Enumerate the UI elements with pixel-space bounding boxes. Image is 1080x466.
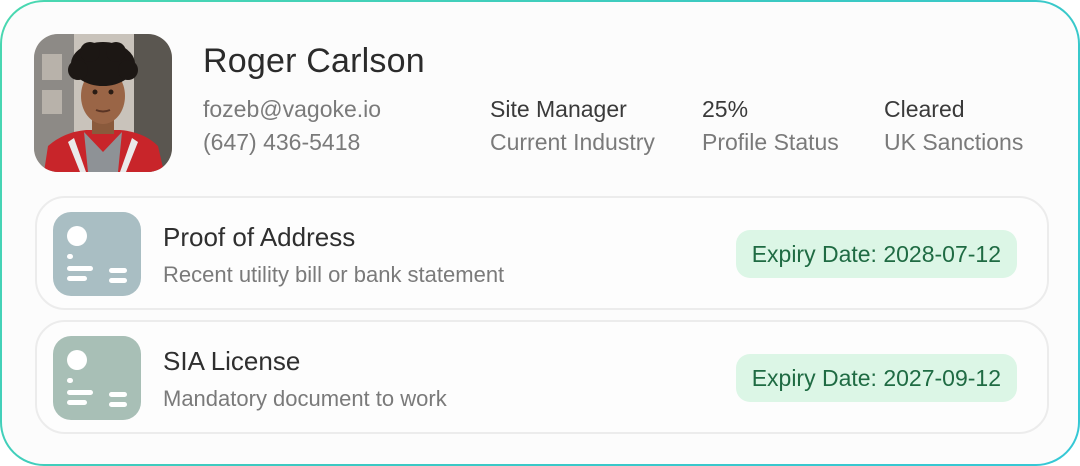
avatar-photo (34, 34, 172, 172)
industry-label: Current Industry (490, 129, 655, 155)
document-title: Proof of Address (163, 222, 356, 252)
profile-status-label: Profile Status (702, 129, 839, 155)
expiry-badge: Expiry Date: 2028-07-12 (735, 230, 1017, 278)
contact-info: fozeb@vagoke.io (647) 436-5418 (203, 93, 381, 159)
industry-value: Site Manager (490, 96, 627, 122)
expiry-badge: Expiry Date: 2027-09-12 (735, 354, 1017, 402)
document-row-proof-of-address[interactable]: Proof of Address Recent utility bill or … (35, 196, 1049, 310)
industry-stat: Site Manager Current Industry (490, 93, 655, 159)
document-row-sia-license[interactable]: SIA License Mandatory document to work E… (35, 320, 1049, 434)
sanctions-stat: Cleared UK Sanctions (884, 93, 1023, 159)
profile-name: Roger Carlson (203, 42, 425, 80)
document-icon (53, 212, 141, 296)
document-subtitle: Mandatory document to work (163, 386, 447, 411)
profile-card: Roger Carlson fozeb@vagoke.io (647) 436-… (2, 2, 1078, 464)
sanctions-value: Cleared (884, 96, 965, 122)
profile-status-value: 25% (702, 96, 749, 122)
avatar (34, 34, 172, 172)
sanctions-label: UK Sanctions (884, 129, 1024, 155)
document-icon (53, 336, 141, 420)
email-text[interactable]: fozeb@vagoke.io (203, 93, 381, 126)
profile-status-stat: 25% Profile Status (702, 93, 839, 159)
document-subtitle: Recent utility bill or bank statement (163, 262, 505, 287)
document-title: SIA License (163, 346, 301, 376)
profile-card-frame: Roger Carlson fozeb@vagoke.io (647) 436-… (0, 0, 1080, 466)
phone-text[interactable]: (647) 436-5418 (203, 126, 381, 159)
